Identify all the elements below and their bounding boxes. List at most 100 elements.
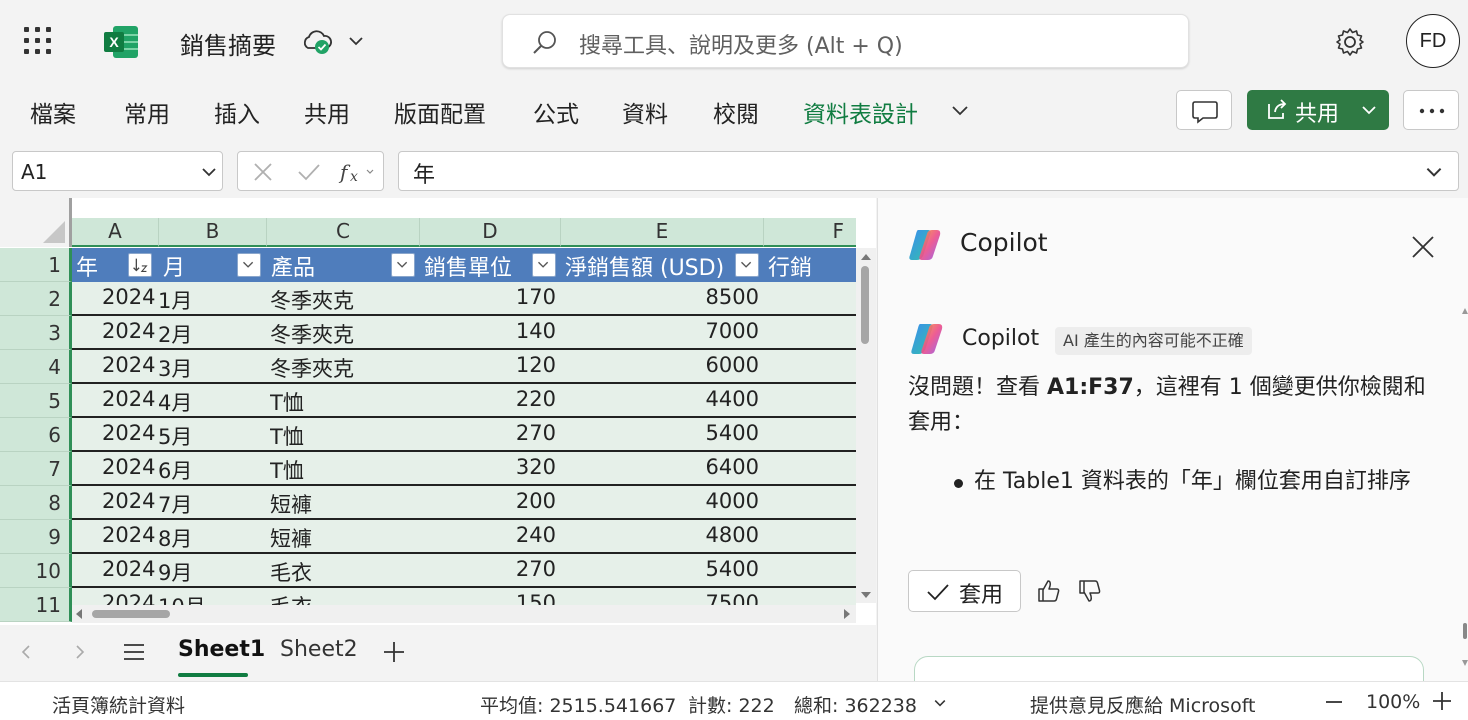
cancel-formula-icon[interactable]	[248, 157, 278, 187]
cell-month[interactable]: 3月	[158, 353, 192, 383]
table-header-marketing[interactable]: 行銷	[764, 248, 856, 282]
horizontal-scroll-thumb[interactable]	[92, 610, 170, 618]
copilot-prompt-input[interactable]	[914, 656, 1424, 681]
row-header[interactable]: 8	[0, 486, 72, 520]
thumbs-down-icon[interactable]	[1077, 578, 1103, 604]
row-header[interactable]: 9	[0, 520, 72, 554]
all-sheets-menu-icon[interactable]	[122, 640, 146, 664]
status-options-chevron-icon[interactable]	[932, 695, 948, 711]
copilot-scrollbar[interactable]	[1462, 308, 1468, 668]
comments-button[interactable]	[1176, 90, 1232, 130]
formula-input[interactable]: 年	[398, 151, 1459, 191]
cell-product[interactable]: 短褲	[270, 489, 312, 519]
chevron-down-icon[interactable]	[346, 31, 366, 51]
spreadsheet-grid[interactable]: A B C D E F 1 2 3 4 5 6 7 8 9 10 11 年 月 …	[0, 198, 876, 625]
cell-net-sales[interactable]: 4800	[561, 523, 759, 547]
cell-month[interactable]: 1月	[158, 285, 192, 315]
cell-units[interactable]: 120	[420, 353, 556, 377]
row-header[interactable]: 4	[0, 350, 72, 384]
app-launcher-icon[interactable]	[24, 27, 54, 57]
row-header[interactable]: 11	[0, 588, 72, 622]
workbook-statistics-link[interactable]: 活頁簿統計資料	[52, 691, 185, 718]
cell-product[interactable]: 冬季夾克	[270, 285, 354, 315]
column-header-a[interactable]: A	[72, 218, 159, 247]
cell-product[interactable]: T恤	[270, 455, 304, 485]
cell-product[interactable]: 毛衣	[270, 557, 312, 587]
tab-home[interactable]: 常用	[124, 95, 170, 129]
cell-units[interactable]: 220	[420, 387, 556, 411]
scroll-right-arrow-icon[interactable]	[840, 605, 854, 623]
cell-net-sales[interactable]: 5400	[561, 557, 759, 581]
cell-month[interactable]: 7月	[158, 489, 192, 519]
tab-table-design[interactable]: 資料表設計	[803, 95, 918, 129]
filter-dropdown-button[interactable]	[735, 253, 759, 277]
confirm-formula-icon[interactable]	[294, 157, 324, 187]
column-header-c[interactable]: C	[267, 218, 420, 247]
feedback-link[interactable]: 提供意見反應給 Microsoft	[1030, 691, 1256, 718]
cell-year[interactable]: 2024	[102, 353, 155, 377]
tab-sheet2[interactable]: Sheet2	[280, 637, 358, 662]
row-header[interactable]: 5	[0, 384, 72, 418]
cell-month[interactable]: 5月	[158, 421, 192, 451]
select-all-corner[interactable]	[0, 198, 72, 247]
cell-units[interactable]: 170	[420, 285, 556, 309]
chevron-down-icon[interactable]	[199, 162, 219, 182]
cell-net-sales[interactable]: 6000	[561, 353, 759, 377]
tab-data[interactable]: 資料	[622, 95, 668, 129]
cell-month[interactable]: 2月	[158, 319, 192, 349]
tab-sheet1[interactable]: Sheet1	[178, 637, 265, 662]
row-header[interactable]: 2	[0, 282, 72, 316]
document-title[interactable]: 銷售摘要	[180, 26, 276, 61]
cell-units[interactable]: 320	[420, 455, 556, 479]
table-header-year[interactable]: 年	[72, 248, 159, 282]
row-header[interactable]: 7	[0, 452, 72, 486]
apply-button[interactable]: 套用	[908, 570, 1021, 612]
table-header-month[interactable]: 月	[159, 248, 267, 282]
cell-net-sales[interactable]: 7000	[561, 319, 759, 343]
zoom-out-icon[interactable]	[1324, 692, 1344, 712]
cell-units[interactable]: 270	[420, 557, 556, 581]
thumbs-up-icon[interactable]	[1036, 578, 1062, 604]
cell-net-sales[interactable]: 6400	[561, 455, 759, 479]
cell-year[interactable]: 2024	[102, 285, 155, 309]
add-sheet-icon[interactable]	[382, 640, 406, 664]
share-button[interactable]: 共用	[1247, 90, 1389, 130]
cell-net-sales[interactable]: 4000	[561, 489, 759, 513]
cell-year[interactable]: 2024	[102, 319, 155, 343]
cell-year[interactable]: 2024	[102, 455, 155, 479]
cell-product[interactable]: T恤	[270, 387, 304, 417]
column-header-e[interactable]: E	[561, 218, 764, 247]
cell-year[interactable]: 2024	[102, 523, 155, 547]
cell-net-sales[interactable]: 5400	[561, 421, 759, 445]
ribbon-more-tabs-chevron-icon[interactable]	[948, 98, 972, 122]
vertical-scroll-thumb[interactable]	[861, 266, 869, 344]
column-header-b[interactable]: B	[159, 218, 267, 247]
cell-product[interactable]: T恤	[270, 421, 304, 451]
cell-month[interactable]: 9月	[158, 557, 192, 587]
row-header[interactable]: 1	[0, 248, 72, 282]
row-header[interactable]: 3	[0, 316, 72, 350]
cell-year[interactable]: 2024	[102, 557, 155, 581]
cloud-saved-icon[interactable]	[300, 28, 334, 56]
cell-units[interactable]: 240	[420, 523, 556, 547]
close-icon[interactable]	[1410, 234, 1436, 260]
table-header-units-sold[interactable]: 銷售單位	[420, 248, 561, 282]
expand-formula-chevron-icon[interactable]	[1423, 161, 1445, 183]
zoom-in-icon[interactable]	[1432, 691, 1452, 711]
cell-product[interactable]: 冬季夾克	[270, 353, 354, 383]
tab-formulas[interactable]: 公式	[533, 95, 579, 129]
user-avatar[interactable]: FD	[1406, 14, 1460, 68]
filter-dropdown-button[interactable]	[391, 253, 415, 277]
horizontal-scrollbar[interactable]	[72, 605, 856, 623]
table-header-net-sales[interactable]: 淨銷售額 (USD)	[561, 248, 764, 282]
tab-page-layout[interactable]: 版面配置	[394, 95, 486, 129]
cell-year[interactable]: 2024	[102, 387, 155, 411]
cell-month[interactable]: 4月	[158, 387, 192, 417]
filter-dropdown-button[interactable]	[237, 253, 261, 277]
scroll-up-arrow-icon[interactable]	[856, 250, 876, 264]
cell-product[interactable]: 冬季夾克	[270, 319, 354, 349]
cell-net-sales[interactable]: 8500	[561, 285, 759, 309]
column-header-f[interactable]: F	[764, 218, 856, 247]
cell-month[interactable]: 8月	[158, 523, 192, 553]
zoom-level[interactable]: 100%	[1366, 691, 1420, 713]
